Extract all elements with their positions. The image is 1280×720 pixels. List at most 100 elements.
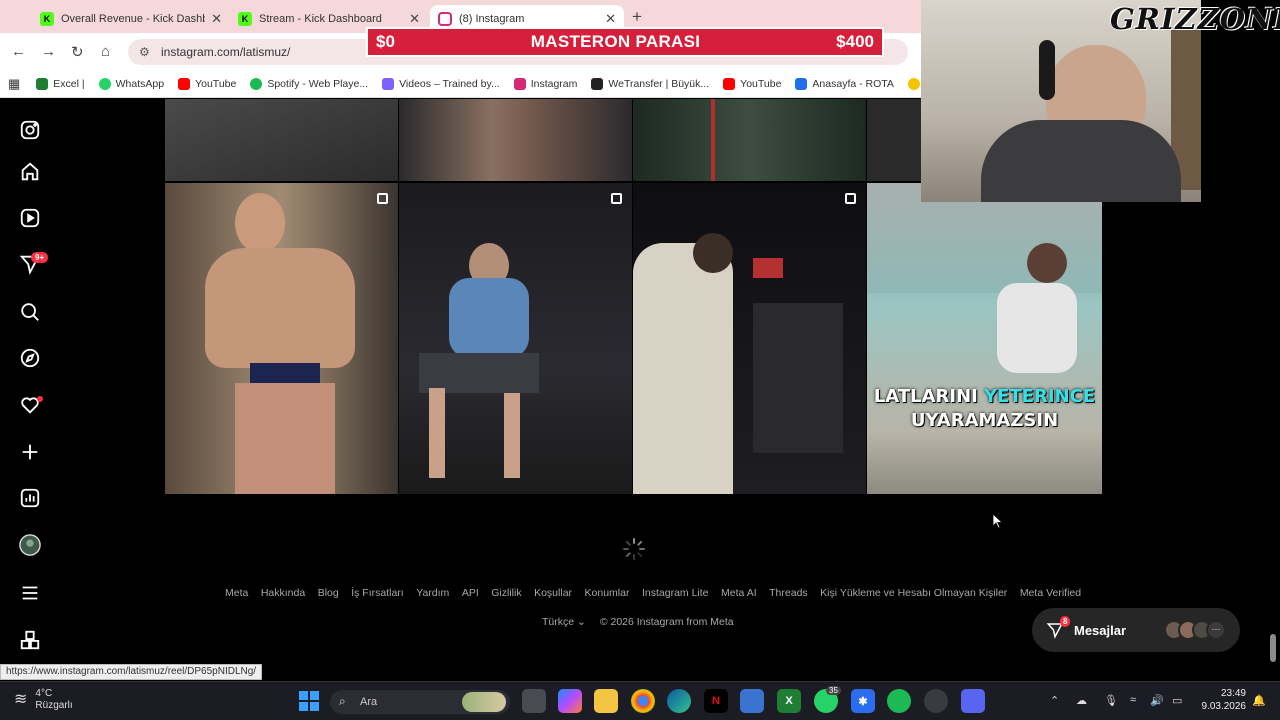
bookmark-videos[interactable]: Videos – Trained by... — [382, 78, 500, 90]
tab-kick-revenue[interactable]: K Overall Revenue - Kick Dashbo ✕ — [32, 5, 230, 33]
profile-avatar-icon[interactable] — [18, 533, 42, 557]
close-icon[interactable]: ✕ — [409, 11, 420, 27]
messages-count-badge: 8 — [1060, 616, 1071, 627]
bookmark-youtube[interactable]: YouTube — [178, 78, 236, 90]
banner-right-amount: $400 — [836, 32, 874, 51]
bookmark-spotify[interactable]: Spotify - Web Playe... — [250, 78, 368, 90]
home-button[interactable]: ⌂ — [101, 43, 110, 60]
messages-button[interactable]: 8 Mesajlar ··· — [1032, 608, 1240, 652]
post-tile[interactable] — [399, 99, 632, 181]
footer-link[interactable]: Meta — [225, 587, 248, 599]
footer-link[interactable]: Koşullar — [534, 587, 572, 599]
post-tile[interactable] — [399, 183, 632, 494]
edge-icon[interactable] — [667, 689, 691, 713]
headset-icon — [1039, 40, 1055, 100]
language-select[interactable]: Türkçe ⌄ — [542, 616, 586, 628]
post-tile[interactable] — [867, 99, 921, 181]
search-icon[interactable] — [18, 300, 42, 324]
discord-icon[interactable] — [961, 689, 985, 713]
footer-link[interactable]: Konumlar — [585, 587, 630, 599]
volume-icon[interactable]: 🔊 — [1150, 694, 1164, 707]
reel-caption-line-1: LATLARINI YETERINCE — [873, 386, 1096, 407]
notification-bell-icon[interactable]: 🔔 — [1252, 694, 1266, 707]
footer-link[interactable]: Gizlilik — [491, 587, 521, 599]
bookmarks-bar: ▦ Excel | WhatsApp YouTube Spotify - Web… — [0, 71, 921, 98]
bookmark-rota[interactable]: Anasayfa - ROTA — [795, 78, 894, 90]
footer-link[interactable]: Yardım — [416, 587, 449, 599]
copilot-icon[interactable] — [558, 689, 582, 713]
post-subject — [449, 278, 529, 358]
post-tile[interactable] — [165, 99, 398, 181]
messages-badge: 9+ — [31, 252, 49, 263]
chevron-up-icon[interactable]: ⌃ — [1050, 694, 1059, 707]
post-subject — [633, 243, 733, 494]
reels-icon[interactable] — [18, 206, 42, 230]
videos-icon — [382, 78, 395, 90]
explore-icon[interactable] — [18, 346, 42, 370]
footer-link[interactable]: Meta AI — [721, 587, 757, 599]
settings-gear-icon[interactable]: ✱ — [851, 689, 875, 713]
post-detail — [753, 258, 783, 278]
more-icon[interactable] — [18, 628, 42, 652]
bookmark-k[interactable]: K — [907, 78, 921, 90]
spotify-icon[interactable] — [887, 689, 911, 713]
post-tile[interactable] — [633, 183, 866, 494]
bookmark-k-icon — [907, 78, 920, 90]
system-clock[interactable]: 23:49 9.03.2026 — [1198, 687, 1247, 713]
footer-link[interactable]: API — [462, 587, 479, 599]
footer-link[interactable]: Blog — [318, 587, 339, 599]
footer-link[interactable]: Meta Verified — [1020, 587, 1081, 599]
bookmark-excel[interactable]: Excel | — [36, 78, 85, 90]
task-view-icon[interactable] — [522, 689, 546, 713]
chevron-down-icon: ⌄ — [577, 616, 586, 628]
back-button[interactable]: ← — [11, 43, 26, 60]
forward-button[interactable]: → — [41, 43, 56, 60]
post-tile[interactable] — [633, 99, 866, 181]
excel-icon — [36, 78, 49, 90]
post-tile[interactable] — [165, 183, 398, 494]
post-subject — [693, 233, 733, 273]
obs-icon[interactable] — [924, 689, 948, 713]
site-info-icon[interactable]: ⚙ — [139, 45, 150, 59]
reload-button[interactable]: ↻ — [71, 43, 84, 61]
battery-icon[interactable]: ▭ — [1172, 694, 1182, 707]
scrollbar-thumb[interactable] — [1270, 634, 1276, 662]
footer-link[interactable]: Instagram Lite — [642, 587, 709, 599]
windows-start-icon[interactable] — [297, 689, 321, 713]
webcam-person — [981, 120, 1181, 202]
post-tile[interactable]: LATLARINI YETERINCE UYARAMAZSIN — [867, 183, 1102, 494]
home-icon[interactable] — [18, 160, 42, 184]
footer-link[interactable]: Kişi Yükleme ve Hesabı Olmayan Kişiler — [820, 587, 1007, 599]
wifi-icon[interactable]: ≈ — [1130, 694, 1136, 706]
chrome-icon[interactable] — [631, 689, 655, 713]
taskbar-search[interactable]: ⌕ Ara — [330, 690, 510, 714]
bookmark-instagram[interactable]: Instagram — [513, 78, 577, 90]
footer-link[interactable]: İş Fırsatları — [351, 587, 404, 599]
bookmark-wetransfer[interactable]: WeTransfer | Büyük... — [591, 78, 709, 90]
close-icon[interactable]: ✕ — [211, 11, 222, 27]
bookmark-youtube-2[interactable]: YouTube — [723, 78, 781, 90]
youtube-icon — [178, 78, 191, 90]
footer-link[interactable]: Threads — [769, 587, 808, 599]
search-icon: ⌕ — [339, 694, 346, 708]
excel-icon[interactable]: X — [777, 689, 801, 713]
apps-icon[interactable]: ▦ — [8, 76, 20, 92]
instagram-logo-icon[interactable] — [18, 118, 42, 142]
notification-dot — [37, 396, 43, 402]
store-icon[interactable] — [740, 689, 764, 713]
footer-link[interactable]: Hakkında — [261, 587, 305, 599]
dashboard-icon[interactable] — [18, 486, 42, 510]
bookmark-whatsapp[interactable]: WhatsApp — [98, 78, 164, 90]
onedrive-icon[interactable]: ☁ — [1076, 694, 1087, 707]
weather-widget[interactable]: ≋ 4°C Rüzgarlı — [14, 688, 73, 712]
menu-icon[interactable] — [18, 581, 42, 605]
microphone-icon[interactable]: 🎙 — [1104, 694, 1118, 707]
file-explorer-icon[interactable] — [594, 689, 618, 713]
close-icon[interactable]: ✕ — [605, 11, 616, 27]
footer-links: Meta Hakkında Blog İş Fırsatları Yardım … — [225, 587, 1094, 599]
netflix-icon[interactable]: N — [704, 689, 728, 713]
post-subject — [235, 193, 285, 253]
create-icon[interactable] — [18, 440, 42, 464]
new-tab-button[interactable]: + — [632, 7, 642, 27]
clock-date: 9.03.2026 — [1201, 701, 1247, 712]
